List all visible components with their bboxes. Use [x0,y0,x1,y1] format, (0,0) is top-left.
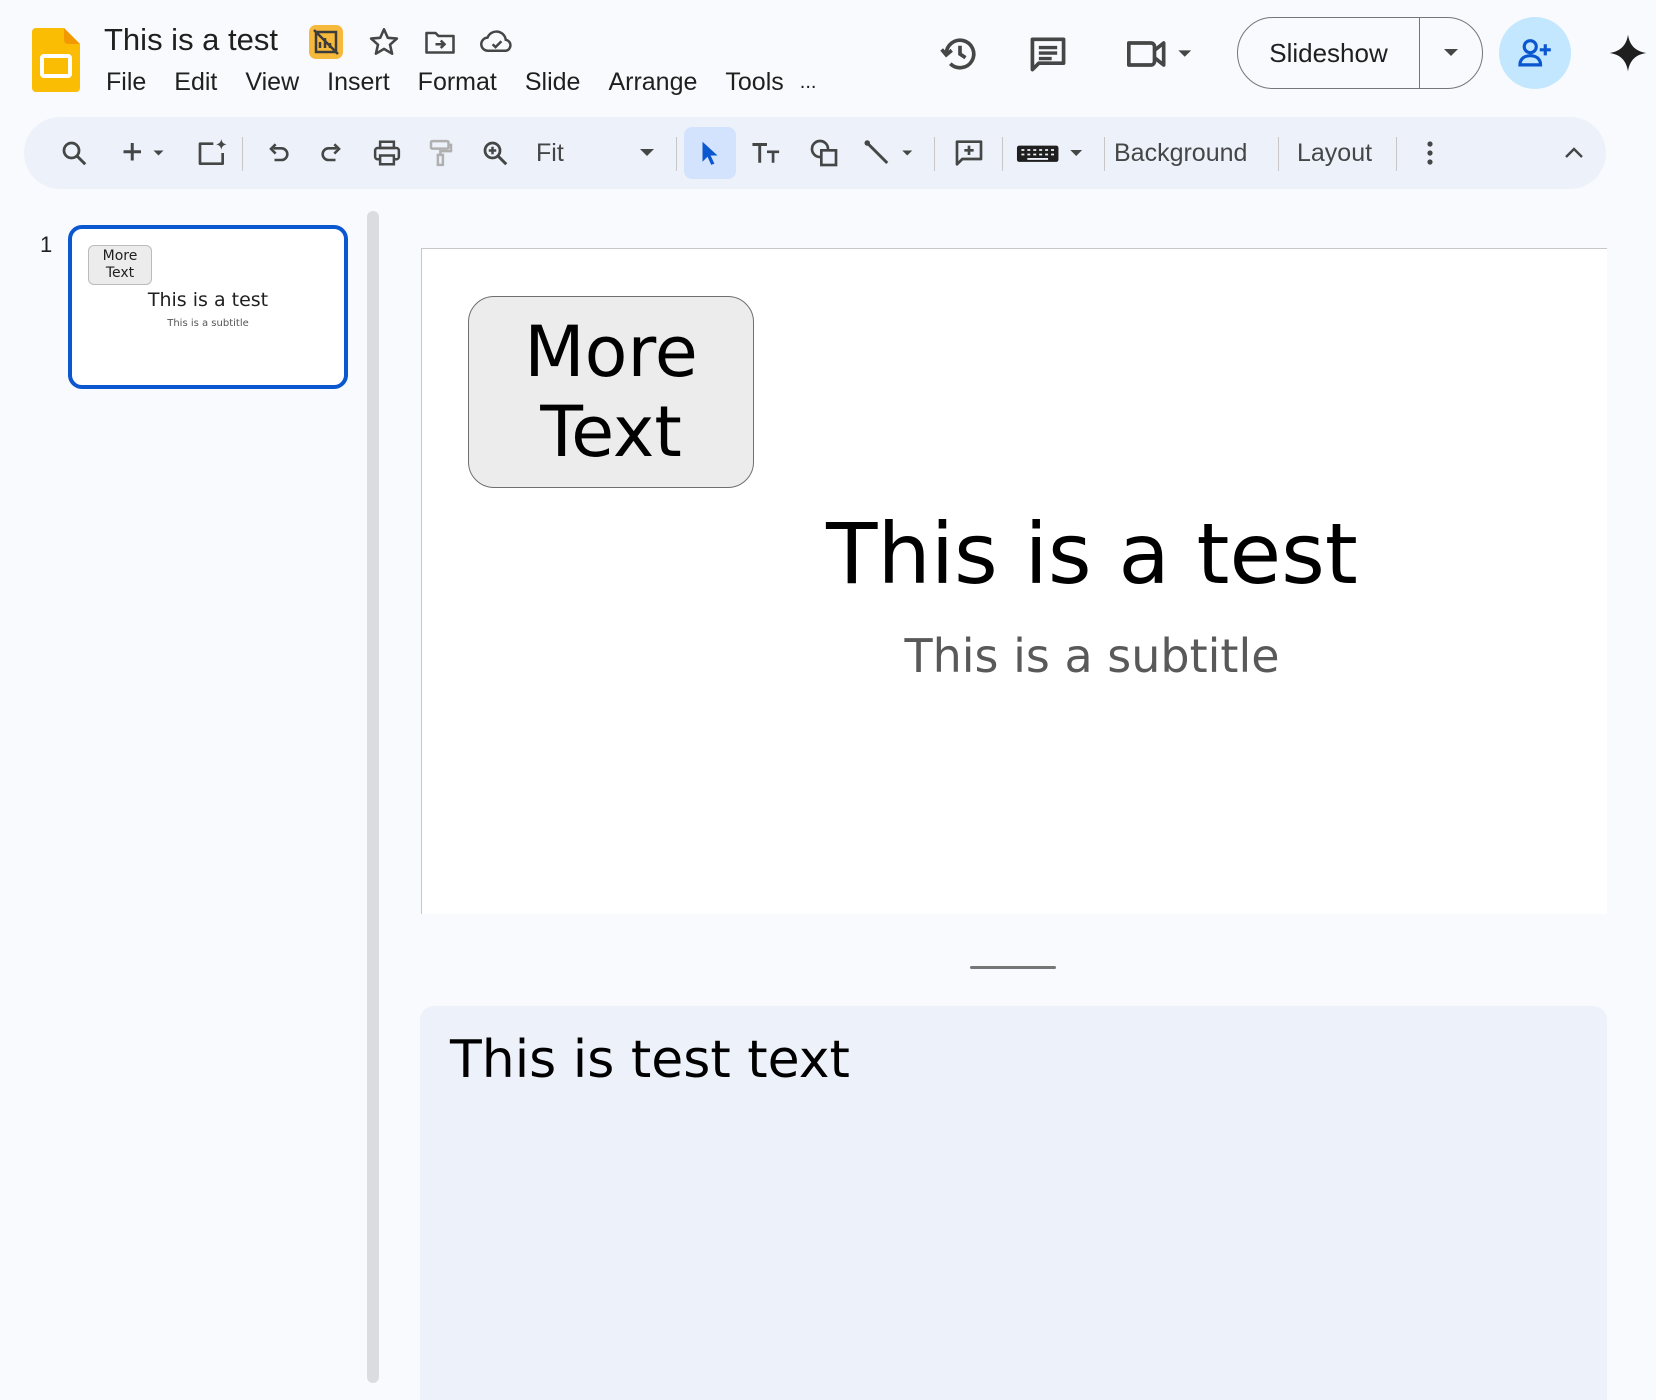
hide-chart-icon[interactable] [308,24,344,60]
notes-resize-handle[interactable] [970,966,1056,969]
add-comment-icon[interactable] [944,117,994,189]
speaker-notes-panel[interactable]: This is test text [420,1006,1607,1400]
new-slide-icon[interactable] [116,117,186,189]
document-title[interactable]: This is a test [104,22,278,58]
menu-more[interactable]: ... [798,71,831,94]
cloud-saved-icon[interactable] [478,24,514,60]
slide-title[interactable]: This is a test [622,505,1562,603]
thumbnail-title: This is a test [147,289,269,311]
slide-canvas[interactable]: More Text This is a test This is a subti… [421,248,1607,914]
slide-text-box[interactable]: More Text [468,296,754,488]
thumbnail-subtitle: This is a subtitle [167,318,249,329]
new-slide-with-ai-icon[interactable] [190,117,234,189]
shape-icon[interactable] [798,117,850,189]
slide-number: 1 [40,232,53,257]
layout-button[interactable]: Layout [1297,117,1372,189]
slide-thumbnail[interactable]: More Text This is a test This is a subti… [68,225,348,389]
menu-slide[interactable]: Slide [511,68,595,97]
thumbnail-text-box: More Text [88,245,152,285]
menu-view[interactable]: View [231,68,313,97]
menu-bar: File Edit View Insert Format Slide Arran… [92,64,830,100]
speaker-notes-text[interactable]: This is test text [450,1030,850,1090]
comments-icon[interactable] [1022,28,1074,80]
redo-icon[interactable] [308,117,356,189]
slideshow-dropdown-button[interactable] [1420,18,1482,88]
collapse-toolbar-icon[interactable] [1554,117,1594,189]
text-box-icon[interactable] [742,117,792,189]
slideshow-button[interactable]: Slideshow [1238,18,1420,88]
background-button[interactable]: Background [1114,117,1247,189]
line-tool-icon[interactable] [856,117,926,189]
menu-file[interactable]: File [92,68,160,97]
select-tool-icon[interactable] [684,127,736,179]
move-to-folder-icon[interactable] [422,24,458,60]
search-menus-icon[interactable] [50,117,98,189]
menu-tools[interactable]: Tools [711,68,797,97]
paint-format-icon[interactable] [416,117,466,189]
undo-icon[interactable] [254,117,302,189]
zoom-value[interactable]: Fit [536,117,564,189]
zoom-dropdown-icon[interactable] [632,117,662,189]
version-history-icon[interactable] [934,28,986,80]
zoom-icon[interactable] [470,117,520,189]
menu-format[interactable]: Format [404,68,511,97]
slideshow-button-group: Slideshow [1237,17,1483,89]
meet-video-icon[interactable] [1118,28,1202,80]
star-icon[interactable] [366,24,402,60]
menu-arrange[interactable]: Arrange [594,68,711,97]
print-icon[interactable] [362,117,412,189]
input-tools-keyboard-icon[interactable] [1014,117,1094,189]
menu-insert[interactable]: Insert [313,68,404,97]
gemini-sparkle-icon[interactable] [1605,30,1651,76]
share-add-person-icon[interactable] [1499,17,1571,89]
menu-edit[interactable]: Edit [160,68,231,97]
filmstrip-scrollbar[interactable] [367,211,379,1383]
more-options-icon[interactable] [1410,117,1450,189]
toolbar: Fit Background Layout [24,117,1606,189]
slides-logo-icon[interactable] [32,28,80,92]
slide-subtitle[interactable]: This is a subtitle [622,629,1562,683]
